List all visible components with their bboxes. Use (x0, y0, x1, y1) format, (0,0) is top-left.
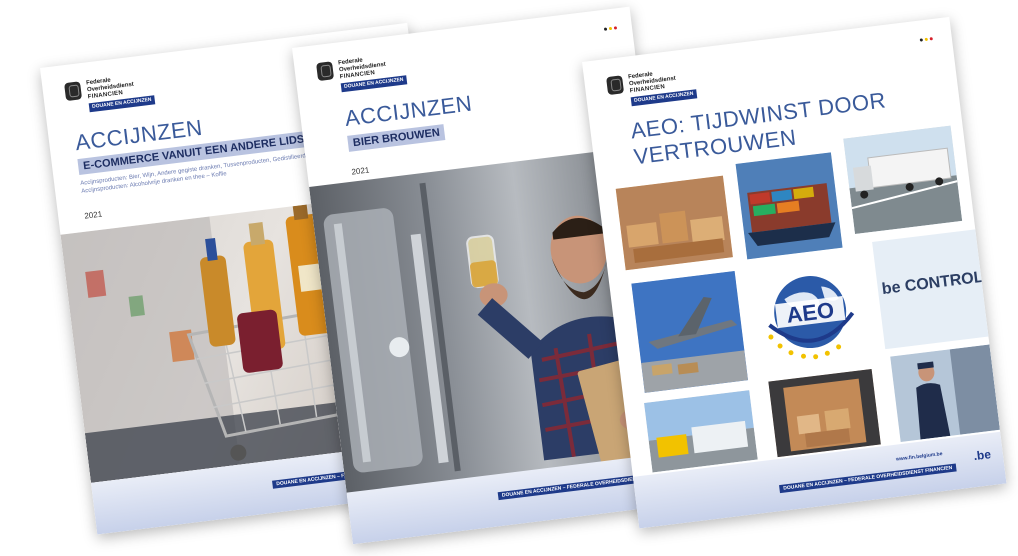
belgian-crest-icon (316, 61, 335, 82)
belgian-crest-icon (64, 81, 83, 102)
aeo-globe-icon: AEO (768, 276, 855, 360)
federal-logo: Federale Overheidsdienst FINANCIEN DOUAN… (316, 52, 408, 94)
federal-logo: Federale Overheidsdienst FINANCIEN DOUAN… (64, 72, 156, 114)
photo-cargo-plane (631, 270, 749, 393)
controle-sign-text: be CONTROLE (880, 267, 989, 299)
brochure-year: 2021 (83, 209, 103, 221)
photo-warehouse-boxes (615, 175, 733, 271)
be-logo: .be (972, 447, 992, 464)
brochure-aeo[interactable]: Federale Overheidsdienst FINANCIEN DOUAN… (582, 16, 1007, 529)
flag-dots-icon (919, 37, 933, 42)
flag-dots-icon (603, 26, 618, 31)
photo-airport-trucks (644, 390, 758, 473)
aeo-logo: AEO (748, 251, 873, 377)
photo-truck-road (843, 125, 963, 235)
footer-tag: DOUANE EN ACCIJNZEN – FEDERALE OVERHEIDS… (778, 463, 957, 494)
photo-truck-cargo (768, 368, 881, 458)
brochure-year: 2021 (351, 165, 370, 177)
photo-container-ship (735, 152, 843, 260)
website-url: www.fin.belgium.be (895, 451, 943, 463)
brochure-title: ACCIJNZEN (343, 90, 474, 131)
belgian-crest-icon (606, 75, 625, 96)
photo-controle-sign: be CONTROLE (872, 229, 989, 350)
federal-logo: Federale Overheidsdienst FINANCIEN DOUAN… (606, 66, 698, 108)
photo-customs-officer (890, 344, 1000, 442)
